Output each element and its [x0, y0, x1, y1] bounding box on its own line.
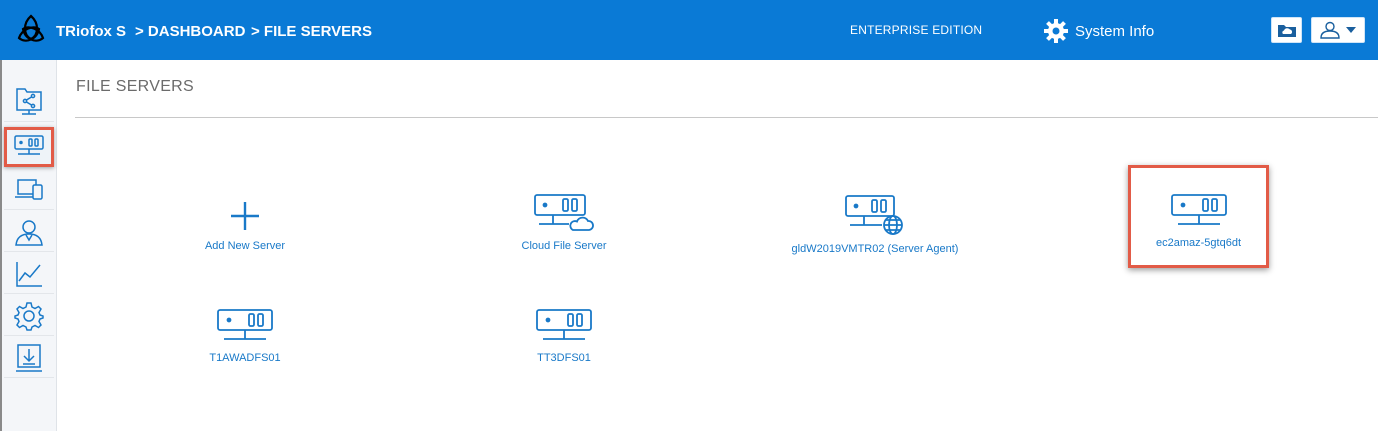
server-globe-icon [845, 195, 903, 235]
tile-label: Add New Server [204, 240, 286, 252]
gear-icon [1044, 19, 1068, 43]
cloud-file-server-tile[interactable]: Cloud File Server [449, 180, 679, 280]
sidebar-item-file-servers[interactable] [4, 127, 54, 167]
system-info-button[interactable]: System Info [1043, 16, 1154, 46]
sidebar-item-shared-folders[interactable] [4, 82, 54, 122]
shared-folder-icon [16, 87, 42, 115]
server-icon [536, 309, 592, 340]
cloud-folder-icon [1277, 25, 1296, 37]
sidebar-item-downloads[interactable] [4, 338, 54, 378]
settings-gear-icon [14, 301, 44, 331]
breadcrumb-dashboard[interactable]: > DASHBOARD [135, 23, 245, 40]
sidebar [0, 60, 57, 431]
page-title: FILE SERVERS [76, 78, 195, 95]
devices-icon [15, 178, 43, 200]
sidebar-item-settings[interactable] [4, 296, 54, 336]
server-icon [1170, 193, 1227, 225]
tile-label: TT3DFS01 [537, 352, 591, 364]
triofox-logo-icon[interactable] [14, 13, 48, 47]
tile-label: ec2amaz-5gtq6dt [1156, 236, 1241, 249]
tile-label: gldW2019VMTR02 (Server Agent) [791, 243, 959, 255]
users-icon [15, 219, 43, 246]
server-cloud-icon [534, 194, 594, 231]
sidebar-item-devices[interactable] [4, 170, 54, 210]
cloud-folder-button[interactable] [1271, 17, 1302, 43]
download-icon [16, 343, 42, 372]
add-new-server-tile[interactable]: Add New Server [130, 180, 360, 280]
server-icon [217, 309, 273, 340]
tt3dfs01-server-tile[interactable]: TT3DFS01 [449, 298, 679, 398]
system-info-label: System Info [1075, 22, 1155, 40]
edition-label: ENTERPRISE EDITION [850, 23, 983, 37]
brand-name[interactable]: TRiofox S [56, 23, 126, 40]
user-icon [1320, 21, 1340, 39]
reports-chart-icon [16, 261, 42, 287]
tile-label: Cloud File Server [521, 240, 607, 252]
title-divider [75, 117, 1378, 118]
server-agent-tile[interactable]: gldW2019VMTR02 (Server Agent) [760, 183, 990, 283]
ec2amaz-server-tile[interactable]: ec2amaz-5gtq6dt [1128, 165, 1269, 268]
chevron-down-icon [1346, 27, 1356, 33]
plus-icon [231, 202, 259, 230]
tile-label: T1AWADFS01 [209, 352, 281, 364]
t1awadfs01-server-tile[interactable]: T1AWADFS01 [130, 298, 360, 398]
sidebar-item-reports[interactable] [4, 254, 54, 294]
top-bar: TRiofox S > DASHBOARD > FILE SERVERS ENT… [0, 0, 1378, 60]
user-menu-button[interactable] [1311, 17, 1365, 43]
sidebar-item-users[interactable] [4, 212, 54, 252]
file-server-icon [14, 134, 44, 155]
breadcrumb-file-servers: > FILE SERVERS [251, 23, 373, 40]
